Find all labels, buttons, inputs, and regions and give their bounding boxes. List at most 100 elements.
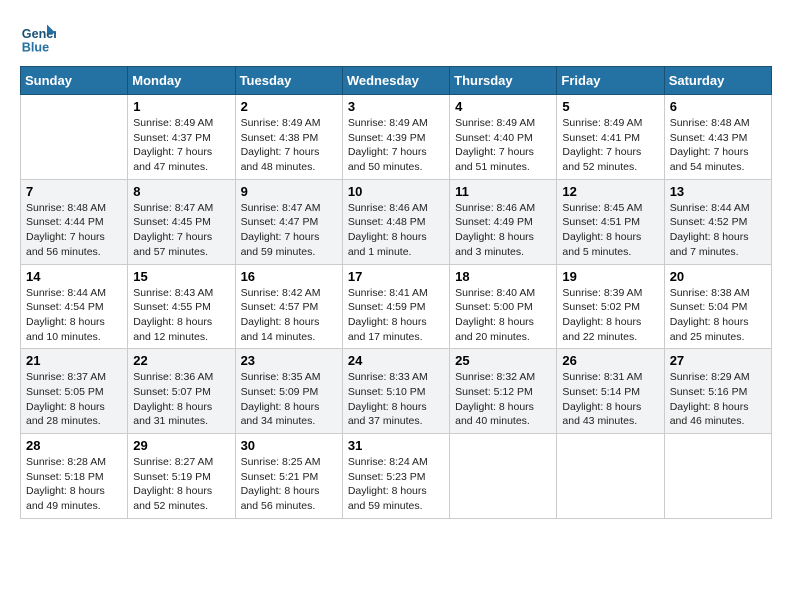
day-cell [450, 434, 557, 519]
day-detail: Sunrise: 8:36 AM Sunset: 5:07 PM Dayligh… [133, 370, 229, 429]
day-number: 29 [133, 438, 229, 453]
logo-icon: General Blue [20, 20, 56, 56]
column-header-friday: Friday [557, 67, 664, 95]
day-cell: 10 Sunrise: 8:46 AM Sunset: 4:48 PM Dayli… [342, 179, 449, 264]
day-detail: Sunrise: 8:38 AM Sunset: 5:04 PM Dayligh… [670, 286, 766, 345]
day-cell: 5 Sunrise: 8:49 AM Sunset: 4:41 PM Daylig… [557, 95, 664, 180]
day-detail: Sunrise: 8:28 AM Sunset: 5:18 PM Dayligh… [26, 455, 122, 514]
day-number: 12 [562, 184, 658, 199]
day-detail: Sunrise: 8:37 AM Sunset: 5:05 PM Dayligh… [26, 370, 122, 429]
day-number: 20 [670, 269, 766, 284]
day-detail: Sunrise: 8:49 AM Sunset: 4:38 PM Dayligh… [241, 116, 337, 175]
calendar-body: 1 Sunrise: 8:49 AM Sunset: 4:37 PM Daylig… [21, 95, 772, 519]
day-number: 15 [133, 269, 229, 284]
svg-text:Blue: Blue [22, 41, 49, 55]
day-cell: 27 Sunrise: 8:29 AM Sunset: 5:16 PM Dayli… [664, 349, 771, 434]
day-detail: Sunrise: 8:49 AM Sunset: 4:41 PM Dayligh… [562, 116, 658, 175]
page-header: General Blue [20, 20, 772, 56]
day-number: 7 [26, 184, 122, 199]
column-header-thursday: Thursday [450, 67, 557, 95]
day-cell: 29 Sunrise: 8:27 AM Sunset: 5:19 PM Dayli… [128, 434, 235, 519]
day-detail: Sunrise: 8:43 AM Sunset: 4:55 PM Dayligh… [133, 286, 229, 345]
day-detail: Sunrise: 8:29 AM Sunset: 5:16 PM Dayligh… [670, 370, 766, 429]
column-header-tuesday: Tuesday [235, 67, 342, 95]
day-number: 10 [348, 184, 444, 199]
day-detail: Sunrise: 8:27 AM Sunset: 5:19 PM Dayligh… [133, 455, 229, 514]
day-cell: 4Sunrise: 8:49 AM Sunset: 4:40 PM Daylig… [450, 95, 557, 180]
day-detail: Sunrise: 8:31 AM Sunset: 5:14 PM Dayligh… [562, 370, 658, 429]
day-number: 11 [455, 184, 551, 199]
day-number: 30 [241, 438, 337, 453]
day-number: 2 [241, 99, 337, 114]
day-detail: Sunrise: 8:42 AM Sunset: 4:57 PM Dayligh… [241, 286, 337, 345]
day-cell: 9Sunrise: 8:47 AM Sunset: 4:47 PM Daylig… [235, 179, 342, 264]
day-number: 14 [26, 269, 122, 284]
day-detail: Sunrise: 8:46 AM Sunset: 4:49 PM Dayligh… [455, 201, 551, 260]
day-cell [21, 95, 128, 180]
day-number: 16 [241, 269, 337, 284]
day-cell: 2 Sunrise: 8:49 AM Sunset: 4:38 PM Daylig… [235, 95, 342, 180]
day-cell: 1 Sunrise: 8:49 AM Sunset: 4:37 PM Daylig… [128, 95, 235, 180]
day-detail: Sunrise: 8:46 AM Sunset: 4:48 PM Dayligh… [348, 201, 444, 260]
header-row: SundayMondayTuesdayWednesdayThursdayFrid… [21, 67, 772, 95]
day-detail: Sunrise: 8:44 AM Sunset: 4:54 PM Dayligh… [26, 286, 122, 345]
day-number: 19 [562, 269, 658, 284]
day-number: 6 [670, 99, 766, 114]
day-cell: 30 Sunrise: 8:25 AM Sunset: 5:21 PM Dayli… [235, 434, 342, 519]
day-cell: 7 Sunrise: 8:48 AM Sunset: 4:44 PM Daylig… [21, 179, 128, 264]
day-detail: Sunrise: 8:41 AM Sunset: 4:59 PM Dayligh… [348, 286, 444, 345]
day-number: 25 [455, 353, 551, 368]
day-cell: 15 Sunrise: 8:43 AM Sunset: 4:55 PM Dayli… [128, 264, 235, 349]
day-number: 5 [562, 99, 658, 114]
day-cell: 6Sunrise: 8:48 AM Sunset: 4:43 PM Daylig… [664, 95, 771, 180]
day-number: 22 [133, 353, 229, 368]
day-cell: 20 Sunrise: 8:38 AM Sunset: 5:04 PM Dayli… [664, 264, 771, 349]
day-cell: 13 Sunrise: 8:44 AM Sunset: 4:52 PM Dayli… [664, 179, 771, 264]
column-header-monday: Monday [128, 67, 235, 95]
day-detail: Sunrise: 8:45 AM Sunset: 4:51 PM Dayligh… [562, 201, 658, 260]
day-detail: Sunrise: 8:33 AM Sunset: 5:10 PM Dayligh… [348, 370, 444, 429]
day-detail: Sunrise: 8:44 AM Sunset: 4:52 PM Dayligh… [670, 201, 766, 260]
logo: General Blue [20, 20, 60, 56]
day-number: 1 [133, 99, 229, 114]
day-number: 27 [670, 353, 766, 368]
day-number: 8 [133, 184, 229, 199]
day-cell: 19Sunrise: 8:39 AM Sunset: 5:02 PM Dayli… [557, 264, 664, 349]
day-cell [557, 434, 664, 519]
day-detail: Sunrise: 8:48 AM Sunset: 4:44 PM Dayligh… [26, 201, 122, 260]
day-cell: 8 Sunrise: 8:47 AM Sunset: 4:45 PM Daylig… [128, 179, 235, 264]
column-header-saturday: Saturday [664, 67, 771, 95]
day-cell: 23 Sunrise: 8:35 AM Sunset: 5:09 PM Dayli… [235, 349, 342, 434]
calendar-table: SundayMondayTuesdayWednesdayThursdayFrid… [20, 66, 772, 519]
day-number: 13 [670, 184, 766, 199]
day-cell: 21 Sunrise: 8:37 AM Sunset: 5:05 PM Dayli… [21, 349, 128, 434]
day-detail: Sunrise: 8:49 AM Sunset: 4:39 PM Dayligh… [348, 116, 444, 175]
day-detail: Sunrise: 8:35 AM Sunset: 5:09 PM Dayligh… [241, 370, 337, 429]
day-detail: Sunrise: 8:40 AM Sunset: 5:00 PM Dayligh… [455, 286, 551, 345]
day-detail: Sunrise: 8:49 AM Sunset: 4:40 PM Dayligh… [455, 116, 551, 175]
day-cell: 26 Sunrise: 8:31 AM Sunset: 5:14 PM Dayli… [557, 349, 664, 434]
column-header-wednesday: Wednesday [342, 67, 449, 95]
day-cell: 12 Sunrise: 8:45 AM Sunset: 4:51 PM Dayli… [557, 179, 664, 264]
day-detail: Sunrise: 8:25 AM Sunset: 5:21 PM Dayligh… [241, 455, 337, 514]
day-detail: Sunrise: 8:47 AM Sunset: 4:45 PM Dayligh… [133, 201, 229, 260]
column-header-sunday: Sunday [21, 67, 128, 95]
day-number: 9 [241, 184, 337, 199]
day-number: 28 [26, 438, 122, 453]
day-number: 18 [455, 269, 551, 284]
day-cell: 14 Sunrise: 8:44 AM Sunset: 4:54 PM Dayli… [21, 264, 128, 349]
day-cell: 25Sunrise: 8:32 AM Sunset: 5:12 PM Dayli… [450, 349, 557, 434]
week-row-4: 21 Sunrise: 8:37 AM Sunset: 5:05 PM Dayli… [21, 349, 772, 434]
day-cell: 24Sunrise: 8:33 AM Sunset: 5:10 PM Dayli… [342, 349, 449, 434]
day-number: 26 [562, 353, 658, 368]
day-number: 23 [241, 353, 337, 368]
day-number: 31 [348, 438, 444, 453]
week-row-2: 7 Sunrise: 8:48 AM Sunset: 4:44 PM Daylig… [21, 179, 772, 264]
day-cell: 18 Sunrise: 8:40 AM Sunset: 5:00 PM Dayli… [450, 264, 557, 349]
day-detail: Sunrise: 8:24 AM Sunset: 5:23 PM Dayligh… [348, 455, 444, 514]
day-detail: Sunrise: 8:49 AM Sunset: 4:37 PM Dayligh… [133, 116, 229, 175]
day-number: 3 [348, 99, 444, 114]
day-number: 21 [26, 353, 122, 368]
day-cell [664, 434, 771, 519]
day-cell: 11 Sunrise: 8:46 AM Sunset: 4:49 PM Dayli… [450, 179, 557, 264]
